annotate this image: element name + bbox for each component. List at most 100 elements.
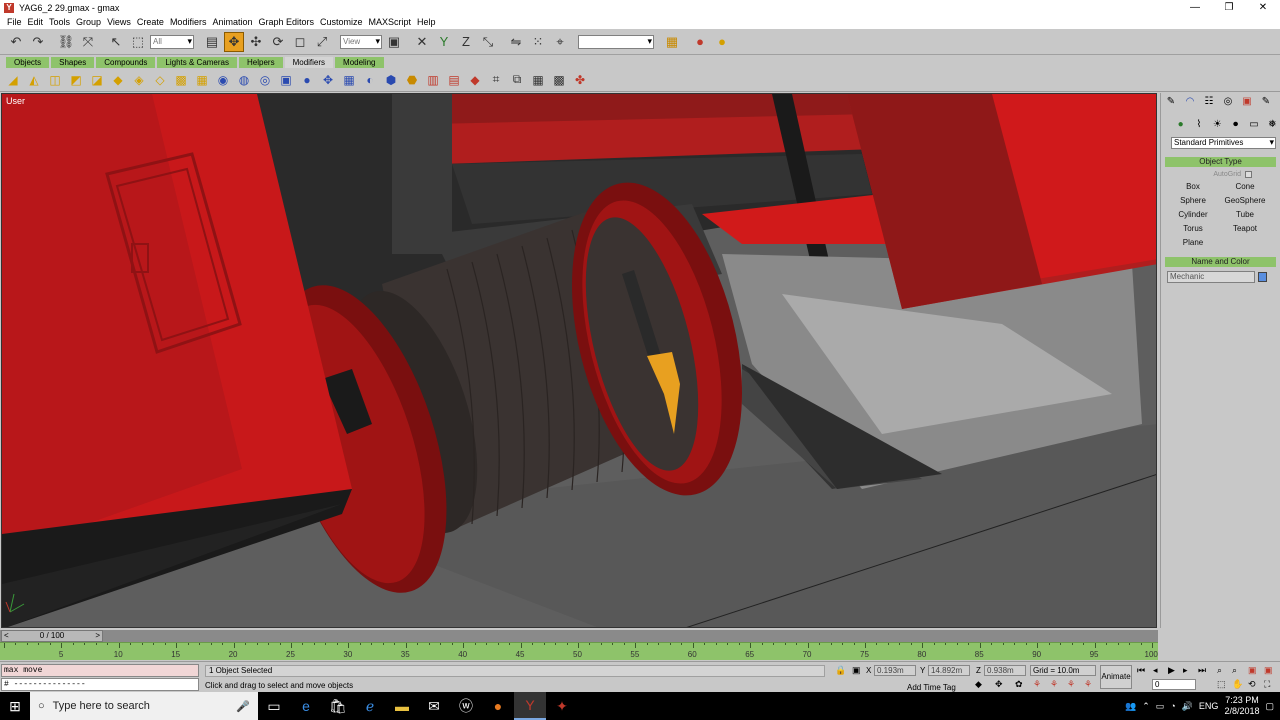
time-slider[interactable]: < 0 / 100 > (0, 630, 1158, 642)
key-mode-icon[interactable]: ◆ (975, 679, 982, 690)
taper-modifier-icon[interactable]: ◭ (25, 71, 43, 89)
store-icon[interactable]: 🛍 (322, 692, 354, 720)
unlink-icon[interactable]: ⤧ (78, 32, 98, 52)
x-coord-field[interactable]: 0.193m (874, 665, 916, 676)
close-button[interactable]: ✕ (1246, 0, 1280, 15)
move-icon[interactable]: ✥ (224, 31, 244, 52)
edit-mesh-icon[interactable]: ◍ (235, 71, 253, 89)
restrict-z-icon[interactable]: Z (456, 32, 476, 52)
menu-maxscript[interactable]: MAXScript (366, 17, 415, 27)
menu-file[interactable]: File (4, 17, 25, 27)
sym-modifier-icon[interactable]: ⧉ (508, 71, 526, 89)
select-object-icon[interactable]: ↖ (106, 32, 126, 52)
cone-button[interactable]: Cone (1221, 181, 1269, 193)
prev-frame-icon[interactable]: ◂ (1153, 665, 1158, 676)
maxscript-input[interactable]: # --------------- (1, 678, 199, 691)
reference-coord-dropdown[interactable]: View (340, 34, 382, 49)
autogrid-checkbox[interactable] (1245, 170, 1252, 178)
maxscript-listener[interactable]: max move (1, 664, 199, 677)
xform-modifier-icon[interactable]: ✥ (319, 71, 337, 89)
gmax-taskbar-icon[interactable]: Y (514, 692, 546, 720)
current-frame-field[interactable]: 0 (1152, 679, 1196, 690)
people-icon[interactable]: 👥 (1125, 701, 1136, 712)
menu-modifiers[interactable]: Modifiers (167, 17, 210, 27)
tube-button[interactable]: Tube (1221, 209, 1269, 221)
squash-icon[interactable]: ⤢ (312, 32, 332, 52)
volume-icon[interactable]: 🔊 (1182, 701, 1193, 712)
pan-icon[interactable]: ✋ (1232, 679, 1243, 690)
pivot-icon[interactable]: ▣ (384, 32, 404, 52)
zoom-extents-all-icon[interactable]: ▣ (1264, 665, 1273, 676)
scale-icon[interactable]: ◻ (290, 32, 310, 52)
absolute-mode-icon[interactable]: ▣ (852, 665, 861, 676)
stretch-modifier-icon[interactable]: ◪ (88, 71, 106, 89)
object-type-rollout[interactable]: Object Type (1165, 157, 1276, 167)
zoom-all-icon[interactable]: ⌕ (1232, 665, 1237, 676)
minimize-button[interactable]: — (1178, 0, 1212, 15)
viewport-label[interactable]: User (6, 96, 25, 106)
mirror-icon[interactable]: ⇋ (506, 32, 526, 52)
mesh-select-icon[interactable]: ◎ (256, 71, 274, 89)
sphere-button[interactable]: Sphere (1169, 195, 1217, 207)
firefox-icon[interactable]: ● (482, 692, 514, 720)
mail-icon[interactable]: ✉ (418, 692, 450, 720)
cylinder-button[interactable]: Cylinder (1169, 209, 1217, 221)
wave-modifier-icon[interactable]: ◇ (151, 71, 169, 89)
zoom-icon[interactable]: ⌕ (1217, 665, 1222, 676)
teapot-button[interactable]: Teapot (1221, 223, 1269, 235)
taskbar-search[interactable]: ○ Type here to search 🎤 (30, 692, 258, 720)
utilities-tab-icon[interactable]: ✎ (1258, 95, 1274, 109)
primitive-category-dropdown[interactable]: Standard Primitives (1171, 137, 1276, 149)
unwrap-uvw-icon[interactable]: ▤ (445, 71, 463, 89)
tab-compounds[interactable]: Compounds (96, 57, 156, 68)
set-key-icon[interactable]: ✥ (995, 679, 1003, 690)
box-button[interactable]: Box (1169, 181, 1217, 193)
geosphere-button[interactable]: GeoSphere (1221, 195, 1269, 207)
grid-modifier-icon[interactable]: ▦ (340, 71, 358, 89)
zoom-extents-icon[interactable]: ▣ (1248, 665, 1257, 676)
arc-rotate-icon[interactable]: ⟲ (1248, 679, 1256, 690)
region-select-icon[interactable]: ⬚ (128, 32, 148, 52)
time-next-arrow[interactable]: > (95, 631, 100, 641)
restore-button[interactable]: ❐ (1212, 0, 1246, 15)
maximize-viewport-icon[interactable]: ⛶ (1264, 679, 1270, 690)
noise-modifier-icon[interactable]: ◩ (67, 71, 85, 89)
key-filter-icon[interactable]: ✿ (1015, 679, 1023, 690)
menu-animation[interactable]: Animation (209, 17, 255, 27)
motion-tab-icon[interactable]: ◎ (1220, 95, 1236, 109)
checker-map-icon[interactable]: ▩ (550, 71, 568, 89)
menu-graph-editors[interactable]: Graph Editors (255, 17, 317, 27)
tab-modifiers[interactable]: Modifiers (284, 57, 334, 68)
region-zoom-icon[interactable]: ⬚ (1217, 679, 1226, 690)
next-frame-icon[interactable]: ▸ (1183, 665, 1188, 676)
vertex-weld-icon[interactable]: ⌗ (487, 71, 505, 89)
rotate-icon[interactable]: ⟳ (268, 32, 288, 52)
select-move-icon[interactable]: ✣ (246, 32, 266, 52)
render-icon[interactable]: ● (712, 32, 732, 52)
goto-start-icon[interactable]: ⏮ (1137, 665, 1145, 676)
menu-create[interactable]: Create (134, 17, 167, 27)
lock-selection-icon[interactable]: 🔒 (835, 665, 846, 676)
redo-icon[interactable]: ↷ (28, 32, 48, 52)
z-coord-field[interactable]: 0.938m (984, 665, 1026, 676)
select-by-name-icon[interactable]: ▤ (202, 32, 222, 52)
track-bar[interactable]: 5 10 15 20 25 30 35 40 45 50 55 60 65 70 75 80 85 90 95 100 (0, 642, 1158, 660)
taskbar-clock[interactable]: 7:23 PM 2/8/2018 (1224, 695, 1259, 717)
goto-end-icon[interactable]: ⏭ (1198, 665, 1206, 676)
skew-modifier-icon[interactable]: ◆ (109, 71, 127, 89)
tab-lights-cameras[interactable]: Lights & Cameras (157, 57, 237, 68)
lights-icon[interactable]: ☀ (1210, 118, 1225, 132)
checker-modifier-icon[interactable]: ▦ (529, 71, 547, 89)
uvw-map-icon[interactable]: ▥ (424, 71, 442, 89)
lattice-modifier-icon[interactable]: ▩ (172, 71, 190, 89)
ripple-modifier-icon[interactable]: ◈ (130, 71, 148, 89)
helpers-icon[interactable]: ▭ (1246, 118, 1261, 132)
start-windows-icon[interactable]: ⊞ (0, 692, 30, 720)
key-tangent-icon-3[interactable]: ⚘ (1067, 679, 1075, 690)
menu-customize[interactable]: Customize (317, 17, 366, 27)
time-slider-thumb[interactable]: < 0 / 100 > (1, 630, 103, 642)
menu-edit[interactable]: Edit (25, 17, 47, 27)
microphone-icon[interactable]: 🎤 (236, 700, 250, 713)
animate-button[interactable]: Animate (1100, 665, 1132, 689)
restrict-xy-icon[interactable]: ⤡ (478, 32, 498, 52)
